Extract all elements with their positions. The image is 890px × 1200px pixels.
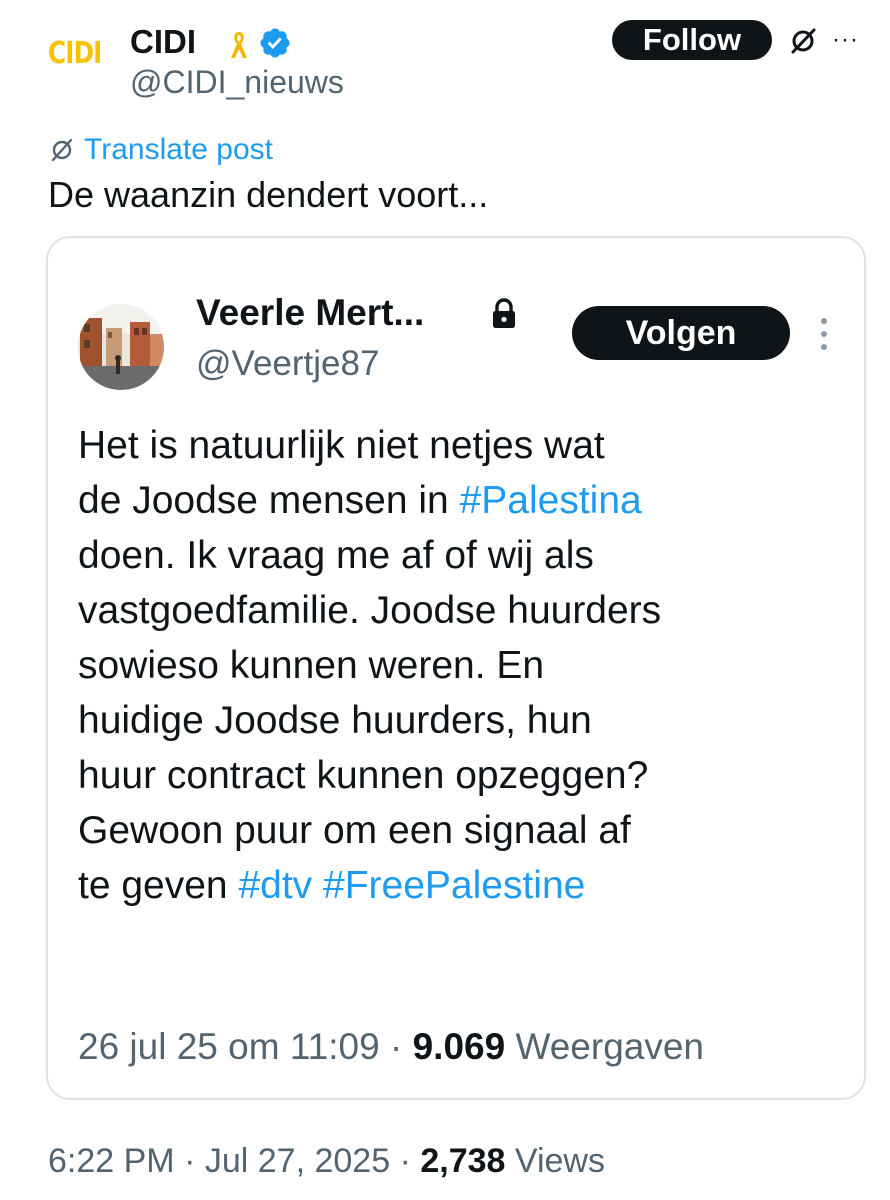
post-time[interactable]: 6:22 PM <box>48 1142 175 1180</box>
translate-row[interactable]: Translate post <box>48 130 273 170</box>
author-name[interactable]: CIDI <box>130 22 196 62</box>
quote-text-line: Gewoon puur om een signaal af <box>78 803 858 858</box>
quote-text-segment: huidige Joodse huurders, hun <box>78 699 592 742</box>
quote-text: Het is natuurlijk niet netjes wat de Jood… <box>78 418 858 913</box>
quote-text-segment: Gewoon puur om een signaal af <box>78 809 631 852</box>
cidi-logo[interactable]: CIDI <box>48 34 102 74</box>
post-meta: 6:22 PM · Jul 27, 2025 · 2,738 Views <box>48 1138 605 1184</box>
quote-text-line: de Joodse mensen in #Palestina <box>78 473 858 528</box>
views-count: 2,738 <box>420 1142 506 1180</box>
quote-text-segment: huur contract kunnen opzeggen? <box>78 754 649 797</box>
hashtag-link[interactable]: #FreePalestine <box>323 864 585 907</box>
hashtag-link[interactable]: #Palestina <box>460 479 642 522</box>
quote-text-line: huidige Joodse huurders, hun <box>78 693 858 748</box>
post-text: De waanzin dendert voort... <box>48 174 489 215</box>
quote-timestamp[interactable]: 26 jul 25 om 11:09 <box>78 1026 380 1067</box>
yellow-ribbon-icon <box>231 32 247 58</box>
quote-views-label: Weergaven <box>515 1026 705 1067</box>
quote-text-segment: de Joodse mensen in <box>78 479 460 522</box>
quote-views-count: 9.069 <box>412 1026 506 1067</box>
post-date[interactable]: Jul 27, 2025 <box>205 1142 390 1180</box>
grok-icon[interactable] <box>788 26 818 56</box>
quote-text-segment: te geven <box>78 864 239 907</box>
translate-post-link[interactable]: Translate post <box>84 133 273 167</box>
quote-author-avatar[interactable] <box>78 304 164 390</box>
hashtag-link[interactable]: #dtv <box>238 864 312 907</box>
quote-text-line: Het is natuurlijk niet netjes wat <box>78 418 858 473</box>
quote-text-segment: Het is natuurlijk niet netjes wat <box>78 424 605 467</box>
quote-text-segment: sowieso kunnen weren. En <box>78 644 545 687</box>
avatar-photo <box>78 304 164 390</box>
quote-text-segment: doen. Ik vraag me af of wij als <box>78 534 594 577</box>
quote-author-name[interactable]: Veerle Mert... <box>196 290 424 336</box>
quote-text-line: sowieso kunnen weren. En <box>78 638 858 693</box>
vertical-more-icon[interactable] <box>818 316 830 352</box>
quoted-post-card[interactable]: Veerle Mert... @Veertje87 Volgen Het is … <box>46 236 866 1100</box>
meta-separator: · <box>389 1026 413 1067</box>
volgen-button[interactable]: Volgen <box>572 306 790 360</box>
quote-text-line: te geven #dtv #FreePalestine <box>78 858 858 913</box>
follow-button[interactable]: Follow <box>612 20 772 60</box>
quote-text-line: huur contract kunnen opzeggen? <box>78 748 858 803</box>
quote-author-handle[interactable]: @Veertje87 <box>196 342 379 386</box>
quote-text-segment <box>312 864 323 907</box>
quote-text-line: doen. Ik vraag me af of wij als <box>78 528 858 583</box>
meta-separator: · <box>184 1142 205 1180</box>
quote-text-segment: vastgoedfamilie. Joodse huurders <box>78 589 662 632</box>
views-label: Views <box>514 1142 605 1180</box>
author-handle[interactable]: @CIDI_nieuws <box>130 62 344 102</box>
lock-icon <box>493 298 515 328</box>
quote-text-line: vastgoedfamilie. Joodse huurders <box>78 583 858 638</box>
more-icon[interactable]: ··· <box>832 28 866 52</box>
quote-meta: 26 jul 25 om 11:09 · 9.069 Weergaven <box>78 1024 704 1070</box>
meta-separator: · <box>399 1142 421 1180</box>
translate-icon <box>51 138 73 162</box>
verified-badge-icon <box>260 28 290 58</box>
